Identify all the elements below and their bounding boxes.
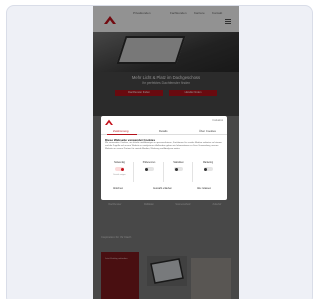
show-details-link[interactable]: Details zeigen xyxy=(105,174,134,176)
mobile-viewport: Privatkunden Fachkunden Karriere Kontakt… xyxy=(93,6,239,299)
consent-categories: Notwendig Details zeigen Präferenzen Sta… xyxy=(105,162,223,182)
consent-text: Wir verwenden Cookies, um Inhalte und An… xyxy=(105,142,222,150)
allow-selection-button[interactable]: Auswahl erlauben xyxy=(153,187,172,190)
consent-actions: Ablehnen Auswahl erlauben Alle zulassen xyxy=(101,185,227,200)
deny-button[interactable]: Ablehnen xyxy=(113,187,123,190)
category-label: Statistiken xyxy=(173,162,184,164)
category-label: Marketing xyxy=(202,162,214,164)
necessary-toggle[interactable] xyxy=(115,167,124,171)
tab-consent[interactable]: Zustimmung xyxy=(113,129,128,133)
allow-all-button[interactable]: Alle zulassen xyxy=(197,187,211,190)
cookiebot-link[interactable]: Cookiebot xyxy=(212,119,223,122)
active-tab-indicator xyxy=(107,134,137,135)
cookie-consent-dialog: Cookiebot Zustimmung Details Über Cookie… xyxy=(101,116,227,200)
category-statistics: Statistiken xyxy=(164,162,193,182)
category-label: Notwendig xyxy=(114,162,125,164)
preferences-toggle[interactable] xyxy=(144,167,154,171)
consent-tabs: Zustimmung Details Über Cookies xyxy=(101,127,227,135)
tab-details[interactable]: Details xyxy=(159,129,168,133)
category-necessary: Notwendig Details zeigen xyxy=(105,162,134,182)
category-marketing: Marketing xyxy=(194,162,223,182)
tab-about-cookies[interactable]: Über Cookies xyxy=(199,129,216,133)
brand-logo-icon xyxy=(105,119,113,125)
category-label: Präferenzen xyxy=(142,162,156,164)
marketing-toggle[interactable] xyxy=(203,167,213,171)
statistics-toggle[interactable] xyxy=(174,167,183,171)
category-preferences: Präferenzen xyxy=(135,162,164,182)
